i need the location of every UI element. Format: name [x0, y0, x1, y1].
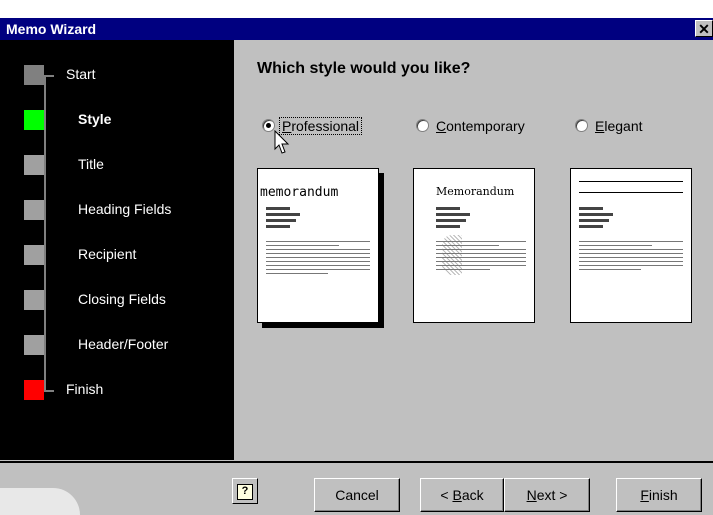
radio-unselected-icon[interactable]	[416, 119, 429, 132]
step-marker-icon	[24, 200, 44, 220]
step-heading-fields[interactable]: Heading Fields	[0, 198, 234, 222]
step-marker-icon	[24, 65, 44, 85]
close-icon: ✕	[698, 21, 710, 37]
mouse-cursor-icon	[274, 130, 290, 154]
preview-contemporary[interactable]: Memorandum	[413, 168, 535, 323]
preview-fields	[266, 207, 300, 231]
cancel-button[interactable]: Cancel	[314, 478, 400, 512]
close-button[interactable]: ✕	[695, 20, 713, 37]
step-label: Finish	[66, 381, 104, 397]
back-rest: ack	[461, 487, 484, 503]
step-marker-icon	[24, 380, 44, 400]
back-button[interactable]: < Back	[420, 478, 504, 512]
step-title[interactable]: Title	[0, 153, 234, 177]
preview-body	[579, 241, 683, 273]
step-marker-icon	[24, 155, 44, 175]
finish-mnemonic: F	[640, 487, 649, 503]
step-connector	[44, 75, 54, 77]
next-rest: ext >	[536, 487, 568, 503]
step-connector	[44, 390, 54, 392]
radio-unselected-icon[interactable]	[575, 119, 588, 132]
preview-professional[interactable]: memorandum	[257, 168, 379, 323]
finish-rest: inish	[648, 487, 678, 503]
preview-header-rule	[579, 181, 683, 193]
preview-heading: memorandum	[260, 185, 339, 200]
help-icon: ?	[237, 484, 253, 500]
step-finish[interactable]: Finish	[0, 378, 234, 402]
step-header-footer[interactable]: Header/Footer	[0, 333, 234, 357]
screen-top-strip	[0, 0, 713, 18]
window-title: Memo Wizard	[6, 21, 97, 37]
step-marker-icon	[24, 290, 44, 310]
next-button[interactable]: Next >	[504, 478, 590, 512]
preview-heading: Memorandum	[436, 185, 515, 198]
preview-body	[266, 241, 370, 277]
step-label: Heading Fields	[78, 201, 172, 217]
next-mnemonic: N	[526, 487, 537, 503]
title-bar[interactable]: Memo Wizard ✕	[0, 18, 713, 40]
back-label: < Back	[440, 487, 483, 503]
step-style[interactable]: Style	[0, 108, 234, 132]
step-label: Start	[66, 66, 96, 82]
cancel-label: Cancel	[335, 487, 379, 503]
step-marker-icon	[24, 245, 44, 265]
step-marker-icon	[24, 110, 44, 130]
next-label: Next >	[527, 487, 568, 503]
memo-wizard-window: Memo Wizard ✕ Start Style Title Heading …	[0, 0, 713, 515]
step-label: Style	[78, 111, 112, 127]
preview-body	[436, 241, 526, 273]
finish-button[interactable]: Finish	[616, 478, 702, 512]
preview-elegant[interactable]	[570, 168, 692, 323]
radio-label: Elegant	[595, 118, 643, 134]
background-shape	[0, 488, 80, 515]
radio-label: Contemporary	[436, 118, 525, 134]
step-closing-fields[interactable]: Closing Fields	[0, 288, 234, 312]
question-heading: Which style would you like?	[257, 60, 471, 77]
back-prefix: <	[440, 487, 453, 503]
radio-label: Professional	[278, 117, 363, 135]
step-label: Title	[78, 156, 104, 172]
step-recipient[interactable]: Recipient	[0, 243, 234, 267]
preview-fields	[436, 207, 470, 231]
preview-fields	[579, 207, 613, 231]
finish-label: Finish	[640, 487, 677, 503]
step-start[interactable]: Start	[0, 63, 234, 87]
step-label: Recipient	[78, 246, 137, 262]
step-label: Header/Footer	[78, 336, 169, 352]
back-mnemonic: B	[452, 487, 462, 503]
step-marker-icon	[24, 335, 44, 355]
step-label: Closing Fields	[78, 291, 166, 307]
help-button[interactable]: ?	[232, 478, 258, 504]
